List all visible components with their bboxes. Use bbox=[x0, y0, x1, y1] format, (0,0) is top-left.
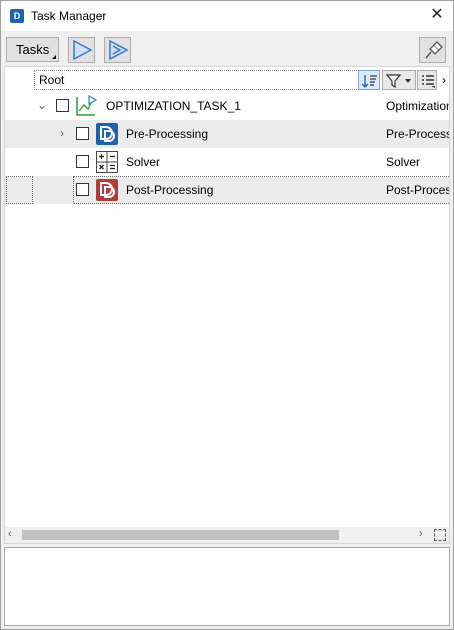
tree-row-solver[interactable]: Solver Solver bbox=[5, 148, 449, 176]
pre-processing-icon bbox=[96, 123, 118, 145]
header-scroll-right-button[interactable]: › bbox=[438, 70, 450, 90]
close-button[interactable]: ✕ bbox=[429, 7, 445, 23]
task-manager-window: D Task Manager ✕ Tasks Root › ⌄ OPTIMIZA… bbox=[0, 0, 454, 630]
row-checkbox[interactable] bbox=[76, 183, 89, 196]
tree-row-post-processing[interactable]: Post-Processing Post-Processing bbox=[5, 176, 449, 204]
tree-row-pre-processing[interactable]: › Pre-Processing Pre-Processing bbox=[5, 120, 449, 148]
focus-cell bbox=[6, 176, 33, 204]
task-tree: Root › ⌄ OPTIMIZATION_TASK_1 Optimizatio… bbox=[4, 66, 450, 544]
pin-button[interactable] bbox=[419, 37, 446, 63]
play-icon bbox=[73, 40, 93, 60]
dropdown-corner-icon bbox=[52, 55, 56, 59]
scrollbar-thumb[interactable] bbox=[22, 530, 339, 540]
expand-chevron-icon[interactable]: › bbox=[57, 127, 67, 139]
row-checkbox[interactable] bbox=[56, 99, 69, 112]
row-type: Post-Processing bbox=[386, 183, 449, 197]
title-bar: D Task Manager ✕ bbox=[1, 1, 453, 31]
details-panel bbox=[4, 547, 450, 626]
solver-icon bbox=[96, 151, 118, 173]
sort-button[interactable] bbox=[358, 70, 380, 90]
run-step-button[interactable] bbox=[104, 37, 131, 63]
collapse-chevron-icon[interactable]: ⌄ bbox=[37, 99, 47, 111]
columns-list-icon bbox=[422, 75, 435, 88]
scroll-left-arrow-icon[interactable]: ‹ bbox=[8, 528, 12, 540]
row-type: Pre-Processing bbox=[386, 127, 449, 141]
run-button[interactable] bbox=[68, 37, 95, 63]
row-label: OPTIMIZATION_TASK_1 bbox=[106, 99, 241, 113]
app-logo-icon: D bbox=[10, 9, 24, 23]
row-label: Post-Processing bbox=[126, 183, 214, 197]
row-type: Optimization bbox=[386, 99, 449, 113]
filter-button[interactable] bbox=[382, 70, 416, 90]
row-checkbox[interactable] bbox=[76, 155, 89, 168]
tree-row-optimization-task[interactable]: ⌄ OPTIMIZATION_TASK_1 Optimization bbox=[5, 92, 449, 120]
horizontal-scrollbar[interactable]: ‹ › bbox=[5, 527, 449, 543]
tree-header: Root › bbox=[5, 67, 449, 92]
row-label: Solver bbox=[126, 155, 161, 169]
post-processing-icon bbox=[96, 179, 118, 201]
sort-icon bbox=[361, 75, 377, 88]
root-breadcrumb[interactable]: Root bbox=[34, 70, 359, 90]
window-title: Task Manager bbox=[31, 9, 107, 23]
play-step-icon bbox=[109, 40, 129, 60]
toolbar: Tasks bbox=[1, 33, 453, 65]
row-checkbox[interactable] bbox=[76, 127, 89, 140]
tasks-menu-button[interactable]: Tasks bbox=[6, 37, 59, 62]
pin-icon bbox=[425, 41, 443, 59]
optimization-icon bbox=[76, 95, 97, 116]
row-label: Pre-Processing bbox=[126, 127, 209, 141]
expand-corner-icon[interactable] bbox=[434, 529, 446, 541]
scroll-right-arrow-icon[interactable]: › bbox=[419, 528, 423, 540]
columns-button[interactable] bbox=[417, 70, 437, 90]
tasks-button-label: Tasks bbox=[16, 42, 50, 57]
filter-icon bbox=[385, 74, 411, 89]
row-type: Solver bbox=[386, 155, 421, 169]
